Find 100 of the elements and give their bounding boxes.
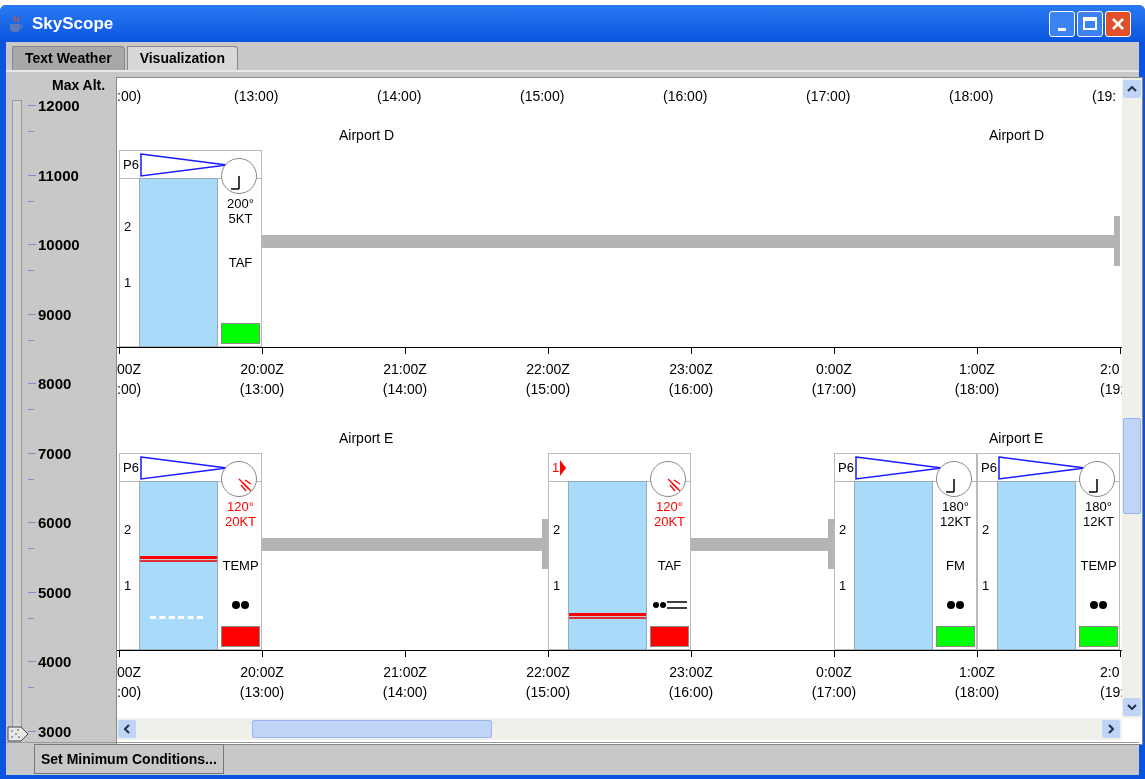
utc-time-label: 1:00Z: [959, 663, 995, 682]
local-time-label: (19:: [1100, 683, 1122, 702]
local-time-label: (19:: [1092, 87, 1117, 106]
local-time-label: (19:: [1100, 380, 1122, 399]
scale-label: 1: [839, 579, 847, 592]
scale-label: 1: [982, 579, 990, 592]
close-icon: [1111, 16, 1125, 31]
utc-time-label: 22:00Z: [526, 360, 570, 379]
scale-label: 1: [553, 579, 561, 592]
altitude-tick-label: 5000: [38, 584, 72, 600]
local-time-label: (14:00): [377, 87, 422, 106]
rain-fog-symbol-icon: [651, 600, 688, 610]
wind-speed-label: 20KT: [653, 514, 686, 529]
airport-title: Airport E: [989, 431, 1044, 445]
scale-label: 2: [982, 523, 990, 536]
utc-time-label: 0:00Z: [816, 663, 852, 682]
rain-symbol-icon: [945, 600, 966, 610]
utc-time-label: 00Z: [117, 360, 142, 379]
local-time-label: (13:00): [234, 87, 279, 106]
coffee-cup-icon: [8, 14, 24, 33]
wind-speed-label: 12KT: [939, 514, 972, 529]
local-time-label: :00): [117, 87, 142, 106]
altitude-tick-label: 9000: [38, 306, 72, 322]
utc-time-label: 23:00Z: [669, 360, 713, 379]
scale-label: 2: [124, 523, 132, 536]
local-time-label: (16:00): [668, 683, 714, 702]
local-time-label: (17:00): [811, 380, 857, 399]
visibility-triangle-icon: [997, 455, 1086, 480]
utc-time-label: 00Z: [117, 663, 142, 682]
forecast-type-label: TEMP: [1080, 559, 1117, 572]
local-time-label: (16:00): [663, 87, 708, 106]
horizontal-scrollbar[interactable]: [117, 718, 1122, 740]
utc-time-label: 21:00Z: [383, 663, 427, 682]
airport-title: Airport D: [339, 128, 395, 142]
forecast-type-label: TAF: [228, 256, 253, 269]
altitude-tick-label: 7000: [38, 445, 72, 461]
wind-direction-label: 120°: [227, 499, 254, 514]
wind-speed-label: 12KT: [1082, 514, 1115, 529]
wind-speed-label: 5KT: [228, 211, 253, 226]
minimize-icon: [1058, 27, 1066, 31]
wind-direction-label: 180°: [942, 499, 969, 514]
minimize-button[interactable]: [1049, 10, 1075, 37]
maximize-button[interactable]: [1077, 10, 1103, 37]
set-minimum-conditions-button[interactable]: Set Minimum Conditions...: [34, 744, 224, 774]
visibility-label: P6: [981, 461, 997, 474]
scroll-left-button[interactable]: [118, 720, 136, 738]
scroll-thumb[interactable]: [1123, 418, 1141, 514]
scroll-down-button[interactable]: [1123, 698, 1141, 716]
local-time-label: (17:00): [806, 87, 851, 106]
visibility-triangle-icon: [139, 455, 228, 480]
utc-time-label: 2:0: [1100, 360, 1120, 379]
wind-direction-label: 120°: [656, 499, 683, 514]
utc-time-label: 21:00Z: [383, 360, 427, 379]
maximize-icon: [1083, 17, 1097, 30]
altitude-tick-label: 12000: [38, 98, 80, 113]
scale-label: 2: [553, 523, 561, 536]
altitude-tick-label: 11000: [38, 167, 79, 183]
local-time-label: (15:00): [520, 87, 565, 106]
forecast-type-label: TAF: [657, 559, 682, 572]
local-time-label: (14:00): [382, 683, 428, 702]
local-time-label: (17:00): [811, 683, 857, 702]
scroll-up-button[interactable]: [1123, 80, 1141, 98]
local-time-label: (18:00): [954, 380, 1000, 399]
visibility-triangle-icon: [560, 459, 567, 476]
local-time-label: (18:00): [954, 683, 1000, 702]
slider-thumb[interactable]: [7, 726, 29, 742]
wind-direction-label: 180°: [1085, 499, 1112, 514]
rain-symbol-icon: [1088, 600, 1109, 610]
utc-time-label: 1:00Z: [959, 360, 995, 379]
scale-label: 1: [124, 276, 132, 289]
altitude-tick-label: 4000: [38, 654, 72, 669]
close-button[interactable]: [1105, 10, 1131, 37]
airport-title: Airport E: [339, 431, 394, 445]
rain-symbol-icon: [230, 600, 251, 610]
altitude-tick-label: 6000: [38, 515, 72, 530]
visibility-label: P6: [123, 461, 139, 474]
local-time-label: :00): [117, 380, 142, 399]
scroll-thumb[interactable]: [252, 720, 492, 738]
max-altitude-label: Max Alt.: [52, 78, 106, 92]
visibility-label: P6: [838, 461, 854, 474]
utc-time-label: 20:00Z: [240, 663, 284, 682]
vertical-scrollbar[interactable]: [1122, 78, 1142, 718]
visibility-label: P6: [123, 158, 139, 171]
local-time-label: (15:00): [525, 380, 571, 399]
local-time-label: (13:00): [239, 683, 285, 702]
altitude-tick-label: 8000: [38, 376, 72, 391]
tab[interactable]: Visualization: [126, 46, 238, 70]
wind-direction-label: 200°: [227, 196, 254, 211]
utc-time-label: 23:00Z: [669, 663, 713, 682]
scale-label: 1: [124, 579, 132, 592]
utc-time-label: 20:00Z: [240, 360, 284, 379]
local-time-label: (16:00): [668, 380, 714, 399]
scale-label: 2: [124, 220, 132, 233]
window-title: SkyScope: [32, 12, 114, 35]
local-time-label: (14:00): [382, 380, 428, 399]
tab[interactable]: Text Weather: [12, 46, 125, 70]
scroll-right-button[interactable]: [1102, 720, 1120, 738]
forecast-type-label: TEMP: [222, 559, 259, 572]
visibility-label: 1: [552, 461, 560, 474]
local-time-label: :00): [117, 683, 142, 702]
